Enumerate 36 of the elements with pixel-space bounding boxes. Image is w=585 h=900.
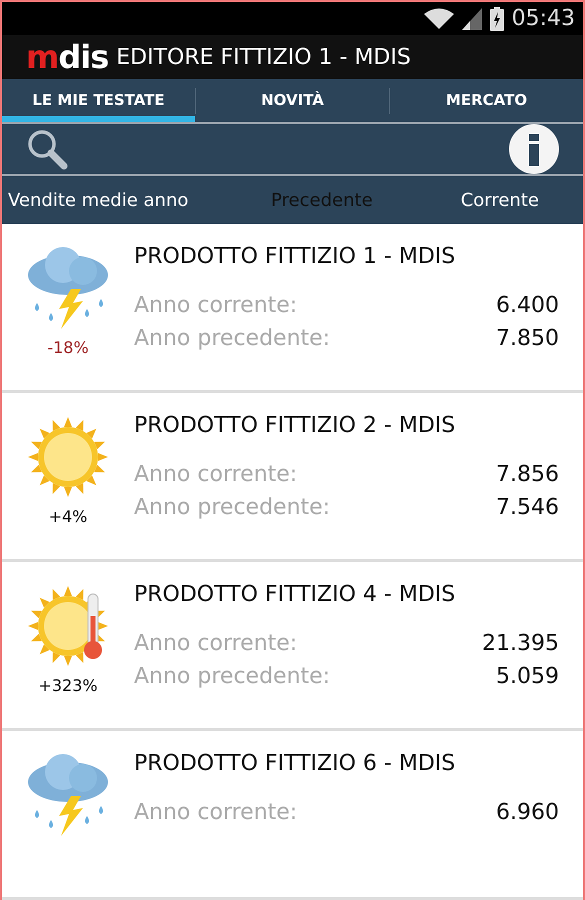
- search-icon[interactable]: [26, 128, 68, 170]
- change-percent: +323%: [38, 674, 98, 697]
- product-title: PRODOTTO FITTIZIO 6 - MDIS: [134, 750, 456, 778]
- stat-label: Anno corrente:: [134, 798, 298, 827]
- stat-label: Anno precedente:: [134, 662, 330, 691]
- change-percent: +4%: [48, 506, 88, 528]
- stat-value: 7.546: [496, 494, 559, 522]
- stat-value: 6.400: [496, 292, 559, 320]
- column-header: Corrente: [460, 188, 540, 213]
- stat-value: 5.059: [496, 662, 559, 691]
- product-title: PRODOTTO FITTIZIO 2 - MDIS: [134, 412, 456, 440]
- tab[interactable]: MERCATO: [390, 79, 583, 122]
- stat-value: 6.960: [496, 798, 559, 827]
- app-title: EDITORE FITTIZIO 1 - MDIS: [116, 44, 411, 72]
- stat-label: Anno corrente:: [134, 460, 298, 489]
- stat-label: Anno corrente:: [134, 292, 298, 320]
- product-title: PRODOTTO FITTIZIO 1 - MDIS: [134, 242, 456, 271]
- tab[interactable]: NOVITÀ: [196, 79, 389, 122]
- info-icon[interactable]: [509, 124, 559, 174]
- status-time: 05:43: [512, 5, 575, 33]
- column-header: Precedente: [270, 188, 374, 213]
- stat-value: 21.395: [482, 630, 559, 658]
- stat-label: Anno precedente:: [134, 494, 330, 522]
- battery-icon: [490, 6, 504, 30]
- logo: mdis: [26, 41, 108, 74]
- stat-label: Anno precedente:: [134, 324, 330, 353]
- stat-value: 7.850: [496, 324, 559, 353]
- signal-icon: [462, 8, 482, 30]
- stat-value: 7.856: [496, 460, 559, 489]
- sun-thermometer-icon: [28, 586, 108, 666]
- change-percent: -18%: [47, 336, 89, 359]
- sun-icon: [28, 416, 108, 497]
- column-header: Vendite medie anno: [7, 188, 190, 213]
- product-title: PRODOTTO FITTIZIO 4 - MDIS: [134, 580, 456, 609]
- stat-label: Anno corrente:: [134, 630, 298, 658]
- wifi-icon: [424, 8, 454, 30]
